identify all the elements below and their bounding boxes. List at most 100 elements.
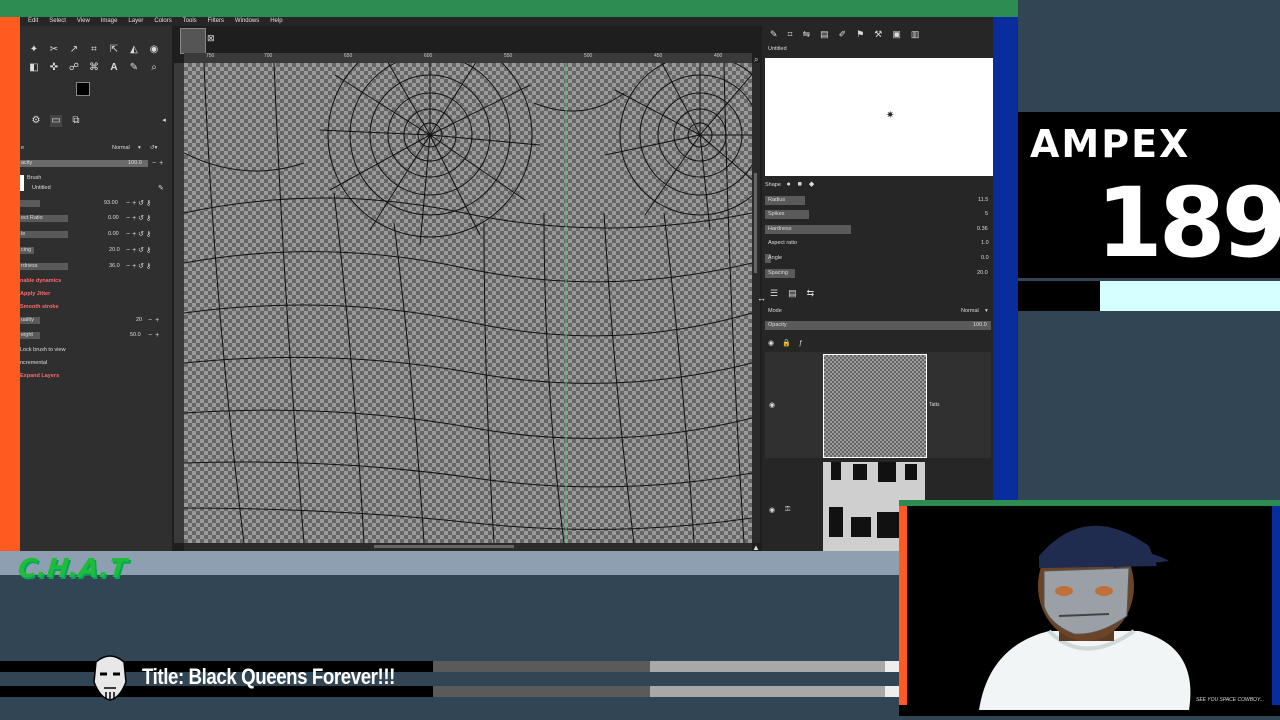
angle-controls[interactable]: −+↺⚷ — [126, 229, 153, 240]
webcam-frame — [899, 500, 1280, 716]
device-status-tab-icon[interactable]: ▭ — [50, 115, 62, 127]
undo-history-tab-icon[interactable]: ⧉ — [70, 115, 82, 127]
layers-tab-icons[interactable]: ☰▤⇆ — [770, 288, 824, 299]
aspect-ratio-slider[interactable]: ect Ratio 0.00 −+↺⚷ — [20, 213, 168, 224]
opacity-slider[interactable]: acity 100.0 −+ — [20, 158, 168, 169]
tool-options-tab-icon[interactable]: ⚙ — [30, 115, 42, 127]
brush-editor-title: Untitled — [768, 46, 787, 52]
size-controls[interactable]: −+↺⚷ — [126, 198, 153, 209]
layer-lock-icons[interactable]: ◉🔒ƒ — [768, 339, 811, 347]
stream-blue-strip — [993, 17, 1018, 500]
smudge-icon[interactable]: ☍ — [68, 62, 80, 74]
foreground-color-swatch[interactable] — [76, 82, 90, 96]
menu-view[interactable]: View — [77, 17, 90, 26]
menu-layer[interactable]: Layer — [128, 17, 143, 26]
fuzzy-select-icon[interactable]: ✦ — [28, 44, 40, 56]
eraser-icon[interactable]: ◧ — [28, 62, 40, 74]
close-icon[interactable]: ⊠ — [207, 33, 215, 44]
quality-label: uality — [21, 317, 34, 323]
edit-brush-icon[interactable]: ✎ — [158, 184, 164, 192]
menu-tools[interactable]: Tools — [183, 17, 197, 26]
zoom-icon[interactable]: ⌕ — [148, 62, 160, 74]
menu-select[interactable]: Select — [49, 17, 66, 26]
quality-value: 20 — [136, 317, 143, 323]
hardness-brush-label: Hardness — [768, 226, 792, 232]
vertical-scrollbar[interactable] — [752, 63, 760, 543]
radius-slider[interactable]: Radius 11.5 — [765, 194, 991, 206]
ampex-bar-light — [1100, 281, 1280, 311]
dock-tab-icons[interactable]: ✎⌗⇋▤✐⚑⚒▣▥ — [770, 29, 950, 41]
quality-stepper[interactable]: −+ — [148, 315, 162, 326]
chat-band — [0, 551, 900, 575]
spikes-label: Spikes — [768, 211, 785, 217]
color-picker-icon[interactable]: ✎ — [128, 62, 140, 74]
shape-buttons[interactable]: ●■◆ — [786, 181, 821, 188]
angle-slider[interactable]: le 0.00 −+↺⚷ — [20, 229, 168, 240]
size-value: 93.00 — [104, 200, 118, 206]
shape-row: Shape ●■◆ — [765, 180, 821, 188]
visibility-eye-icon[interactable]: ◉ — [769, 506, 775, 514]
weight-slider[interactable]: eight 50.0 −+ — [20, 330, 168, 341]
angle-brush-slider[interactable]: Angle 0.0 — [765, 252, 991, 264]
expand-layers-toggle[interactable]: Expand Layers — [20, 373, 59, 379]
transform-icon[interactable]: ⇱ — [108, 44, 120, 56]
clone-icon[interactable]: ✜ — [48, 62, 60, 74]
size-slider[interactable]: 93.00 −+↺⚷ — [20, 198, 168, 209]
spikes-slider[interactable]: Spikes 5 — [765, 208, 991, 220]
opacity-stepper[interactable]: −+ — [152, 158, 166, 169]
menu-windows[interactable]: Windows — [235, 17, 259, 26]
spacing-value: 20.0 — [109, 247, 120, 253]
weight-stepper[interactable]: −+ — [148, 330, 162, 341]
scissors-icon[interactable]: ✂ — [48, 44, 60, 56]
chevron-down-icon: ▾ — [138, 145, 141, 151]
menu-help[interactable]: Help — [270, 17, 282, 26]
spacing-controls[interactable]: −+↺⚷ — [126, 245, 153, 256]
hardness-controls[interactable]: −+↺⚷ — [126, 261, 153, 272]
aspect-ratio-controls[interactable]: −+↺⚷ — [126, 213, 153, 224]
crop-icon[interactable]: ⌗ — [88, 44, 100, 56]
bucket-fill-icon[interactable]: ◭ — [128, 44, 140, 56]
mode-select[interactable]: Normal — [112, 143, 130, 154]
stream-top-bar — [0, 0, 1018, 17]
dynamics-toggle[interactable]: nable dynamics — [20, 278, 61, 284]
menu-colors[interactable]: Colors — [154, 17, 171, 26]
layer-row[interactable]: ◉ Tatts — [765, 352, 991, 458]
aspect-ratio-brush-slider[interactable]: Aspect ratio 1.0 — [765, 237, 991, 249]
apply-jitter-toggle[interactable]: Apply Jitter — [20, 291, 50, 297]
menu-image[interactable]: Image — [101, 17, 118, 26]
panel-menu-icon[interactable]: ◂ — [158, 115, 170, 127]
reset-icon[interactable]: ↺▾ — [150, 143, 157, 154]
brush-preview-area: ✷ — [765, 58, 993, 176]
quality-slider[interactable]: uality 20 −+ — [20, 315, 168, 326]
horizontal-scrollbar[interactable] — [184, 543, 752, 551]
menu-edit[interactable]: Edit — [28, 17, 38, 26]
warp-icon[interactable]: ⌘ — [88, 62, 100, 74]
layer-opacity-slider[interactable]: Opacity 100.0 — [765, 319, 991, 331]
hardness-slider[interactable]: rdness 36.0 −+↺⚷ — [20, 261, 168, 272]
ruler-label: 500 — [584, 53, 593, 59]
angle-brush-value: 0.0 — [981, 255, 989, 261]
brush-preview[interactable] — [20, 175, 24, 191]
image-canvas[interactable] — [184, 63, 752, 543]
lock-brush-toggle[interactable]: Lock brush to view — [20, 347, 66, 353]
menu-filters[interactable]: Filters — [208, 17, 224, 26]
spacing-brush-slider[interactable]: Spacing 20.0 — [765, 267, 991, 279]
ampex-bar-dark — [1018, 281, 1100, 311]
hardness-brush-slider[interactable]: Hardness 0.36 — [765, 223, 991, 235]
layer-mode-select[interactable]: Normal — [961, 305, 979, 317]
visibility-eye-icon[interactable]: ◉ — [769, 401, 775, 409]
text-tool-icon[interactable]: A — [108, 62, 120, 74]
paint-mode-row[interactable]: e Normal ▾ ↺▾ — [20, 143, 168, 154]
paint-icon[interactable]: ◉ — [148, 44, 160, 56]
incremental-toggle[interactable]: ncremental — [20, 360, 47, 366]
image-tab-thumbnail[interactable] — [180, 28, 206, 54]
angle-brush-label: Angle — [768, 255, 783, 261]
layer-mode-row[interactable]: Mode Normal ▾ — [765, 305, 991, 317]
layer-thumbnail — [823, 354, 927, 458]
smooth-stroke-toggle[interactable]: Smooth stroke — [20, 304, 59, 310]
aspect-ratio-brush-label: Aspect ratio — [768, 240, 798, 246]
spacing-slider[interactable]: cing 20.0 −+↺⚷ — [20, 245, 168, 256]
lock-icon[interactable]: ⚿ — [785, 506, 790, 514]
webcam-left-accent — [899, 506, 907, 705]
paths-icon[interactable]: ↗ — [68, 44, 80, 56]
